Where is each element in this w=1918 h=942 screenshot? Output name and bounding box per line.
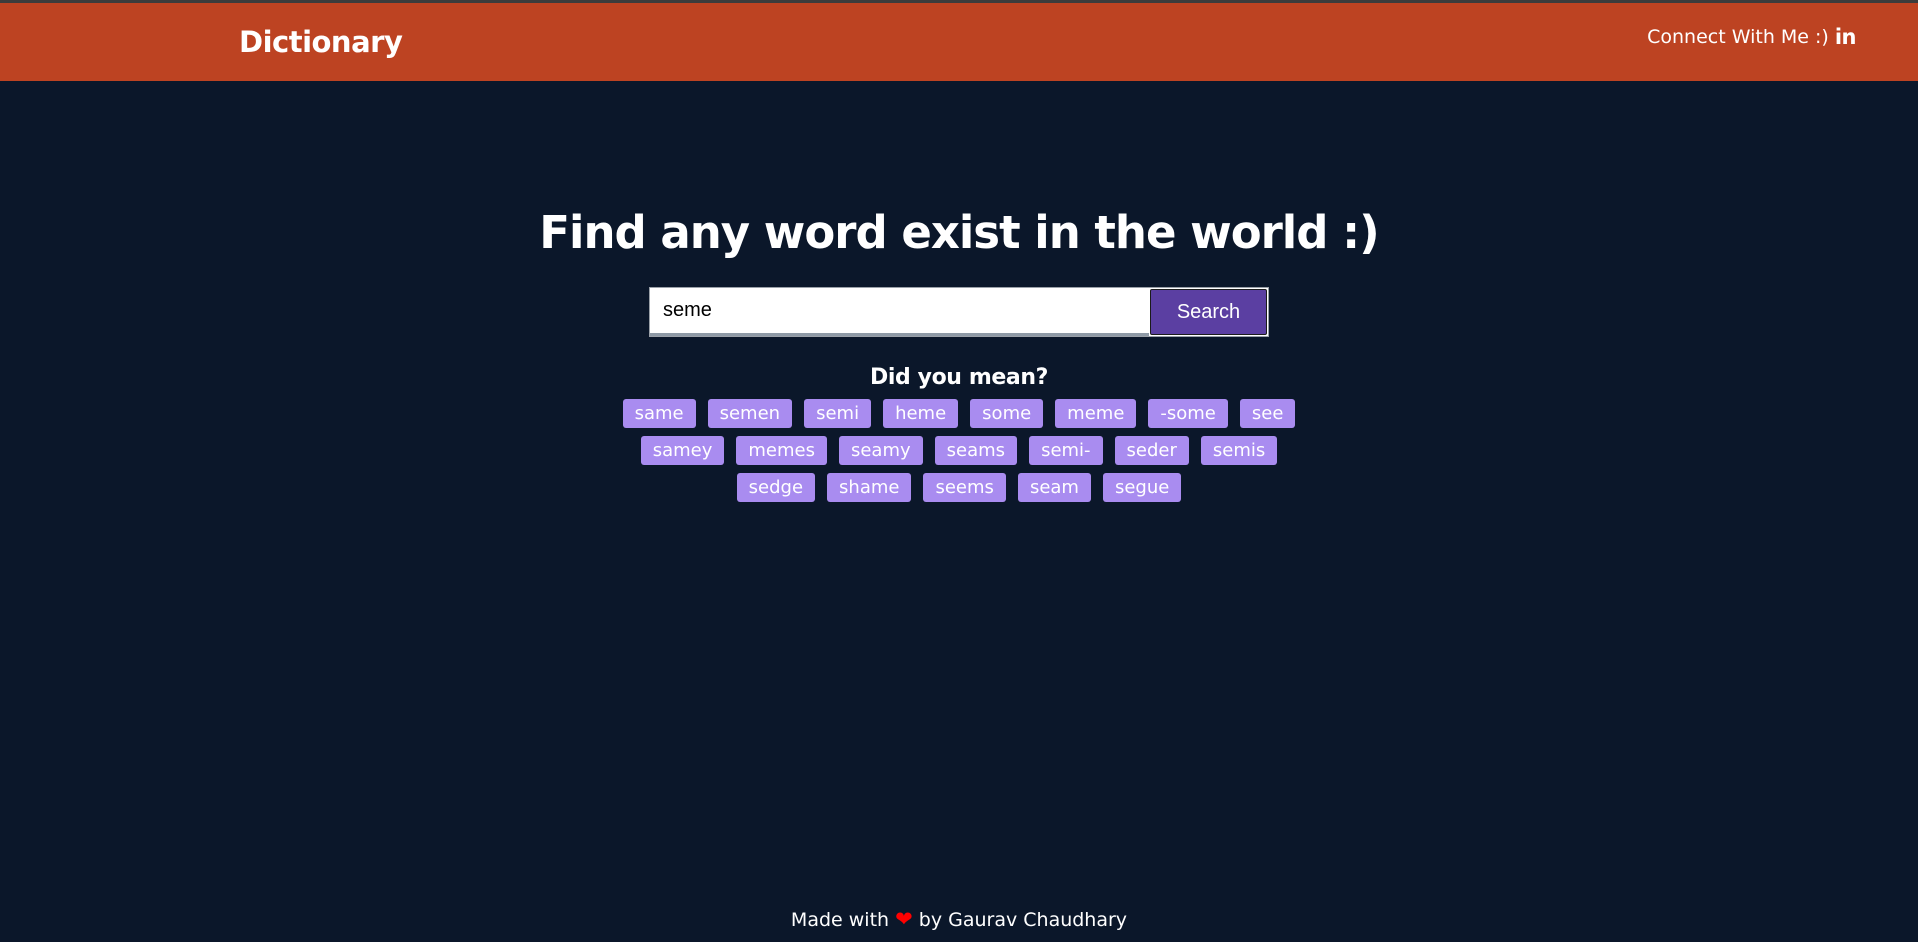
suggestion-chip[interactable]: segue bbox=[1102, 473, 1182, 502]
footer-suffix: by Gaurav Chaudhary bbox=[918, 909, 1128, 931]
suggestion-chip[interactable]: shame bbox=[827, 473, 912, 502]
suggestion-chip[interactable]: see bbox=[1239, 399, 1296, 428]
suggestions-list: same semen semi heme some meme -some see… bbox=[0, 399, 1918, 510]
suggestion-row: sedge shame seems seam segue bbox=[0, 473, 1918, 510]
suggestion-chip[interactable]: seam bbox=[1017, 473, 1091, 502]
suggestion-chip[interactable]: sedge bbox=[736, 473, 816, 502]
search-button[interactable]: Search bbox=[1150, 289, 1267, 335]
connect-label: Connect With Me :) bbox=[1647, 26, 1829, 48]
suggestion-chip[interactable]: semi- bbox=[1029, 436, 1103, 465]
suggestion-chip[interactable]: semen bbox=[707, 399, 793, 428]
suggestion-chip[interactable]: -some bbox=[1148, 399, 1228, 428]
footer: Made with ❤ by Gaurav Chaudhary bbox=[0, 907, 1918, 931]
suggestion-chip[interactable]: seder bbox=[1114, 436, 1189, 465]
search-bar: Search bbox=[649, 287, 1269, 337]
suggestion-row: samey memes seamy seams semi- seder semi… bbox=[0, 436, 1918, 473]
suggestion-chip[interactable]: semi bbox=[804, 399, 872, 428]
footer-prefix: Made with bbox=[790, 909, 890, 931]
search-input[interactable] bbox=[650, 288, 1149, 336]
suggestion-chip[interactable]: same bbox=[622, 399, 696, 428]
suggestion-chip[interactable]: seems bbox=[923, 473, 1006, 502]
brand-logo[interactable]: Dictionary bbox=[239, 25, 403, 59]
connect-link[interactable]: Connect With Me :) in bbox=[1647, 25, 1856, 49]
heart-icon: ❤ bbox=[895, 907, 913, 931]
suggestion-chip[interactable]: seamy bbox=[838, 436, 923, 465]
suggestion-chip[interactable]: some bbox=[970, 399, 1044, 428]
suggestion-row: same semen semi heme some meme -some see bbox=[0, 399, 1918, 436]
suggestion-chip[interactable]: memes bbox=[736, 436, 827, 465]
suggestion-chip[interactable]: samey bbox=[640, 436, 725, 465]
suggestion-chip[interactable]: seams bbox=[934, 436, 1018, 465]
linkedin-icon[interactable]: in bbox=[1835, 25, 1857, 49]
suggestions-title: Did you mean? bbox=[870, 365, 1048, 390]
navbar: Dictionary Connect With Me :) in bbox=[0, 3, 1918, 81]
page-title: Find any word exist in the world :) bbox=[539, 206, 1379, 259]
suggestion-chip[interactable]: heme bbox=[883, 399, 959, 428]
suggestion-chip[interactable]: meme bbox=[1055, 399, 1137, 428]
suggestion-chip[interactable]: semis bbox=[1200, 436, 1278, 465]
